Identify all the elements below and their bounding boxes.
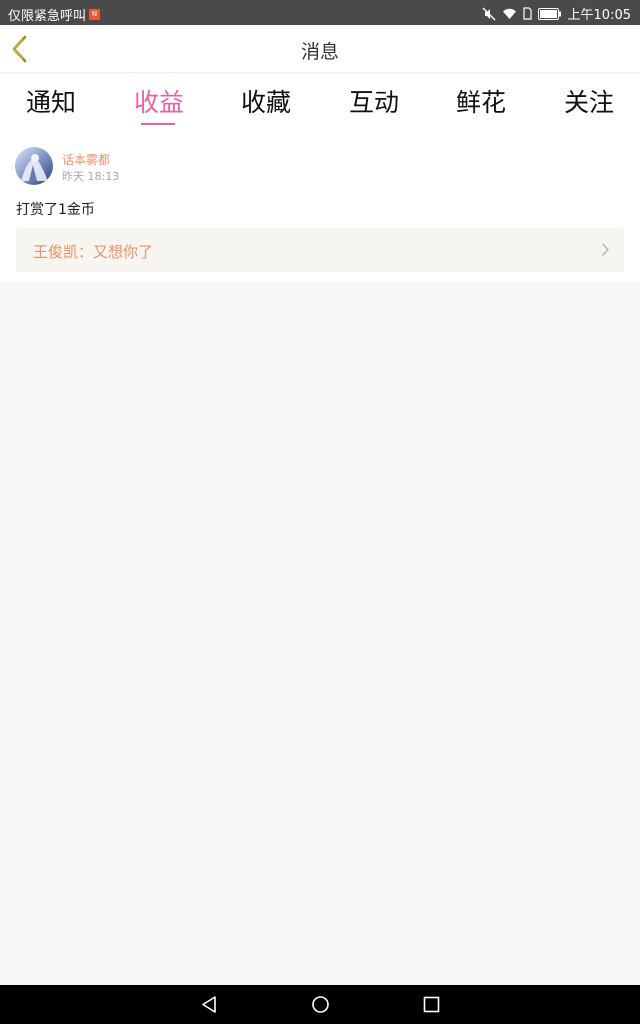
message-text: 打赏了1金币 xyxy=(16,202,95,218)
avatar[interactable] xyxy=(15,147,53,185)
list-item: 话本雾都 昨天 18:13 打赏了1金币 王俊凯：又想你了 xyxy=(0,130,640,282)
quote-card[interactable]: 王俊凯：又想你了 xyxy=(16,228,624,272)
carrier-text: 仅限紧急呼叫 xyxy=(8,9,87,24)
page-title: 消息 xyxy=(300,41,339,63)
header: 消息 xyxy=(0,25,640,73)
system-nav-bar xyxy=(0,985,640,1024)
tab-flowers[interactable]: 鲜花 xyxy=(427,83,535,119)
tab-notifications[interactable]: 通知 xyxy=(0,83,105,119)
avatar-image xyxy=(15,147,53,185)
status-left: 仅限紧急呼叫 N xyxy=(8,5,101,24)
clock: 上午10:05 xyxy=(567,8,631,23)
tab-bar: 通知 收益 收藏 互动 鲜花 关注 xyxy=(0,73,640,130)
tab-interactions[interactable]: 互动 xyxy=(320,83,428,119)
timestamp: 昨天 18:13 xyxy=(62,170,120,183)
notification-badge-icon: N xyxy=(89,9,101,20)
tab-favorites[interactable]: 收藏 xyxy=(212,83,320,119)
status-right: 上午10:05 xyxy=(482,4,631,23)
quote-text: 王俊凯：又想你了 xyxy=(33,243,154,261)
status-bar: 仅限紧急呼叫 N 上午10:05 xyxy=(0,0,640,25)
mute-icon xyxy=(482,7,496,20)
home-circle-icon[interactable] xyxy=(311,995,330,1014)
sim-icon xyxy=(522,7,532,20)
back-triangle-icon[interactable] xyxy=(200,995,218,1014)
tab-following[interactable]: 关注 xyxy=(535,83,640,119)
chevron-right-icon xyxy=(601,242,610,257)
wifi-icon xyxy=(502,8,516,19)
tab-earnings[interactable]: 收益 xyxy=(105,83,213,119)
battery-icon xyxy=(537,7,561,20)
recents-square-icon[interactable] xyxy=(423,995,440,1014)
username[interactable]: 话本雾都 xyxy=(62,151,110,168)
active-tab-indicator xyxy=(141,123,175,125)
